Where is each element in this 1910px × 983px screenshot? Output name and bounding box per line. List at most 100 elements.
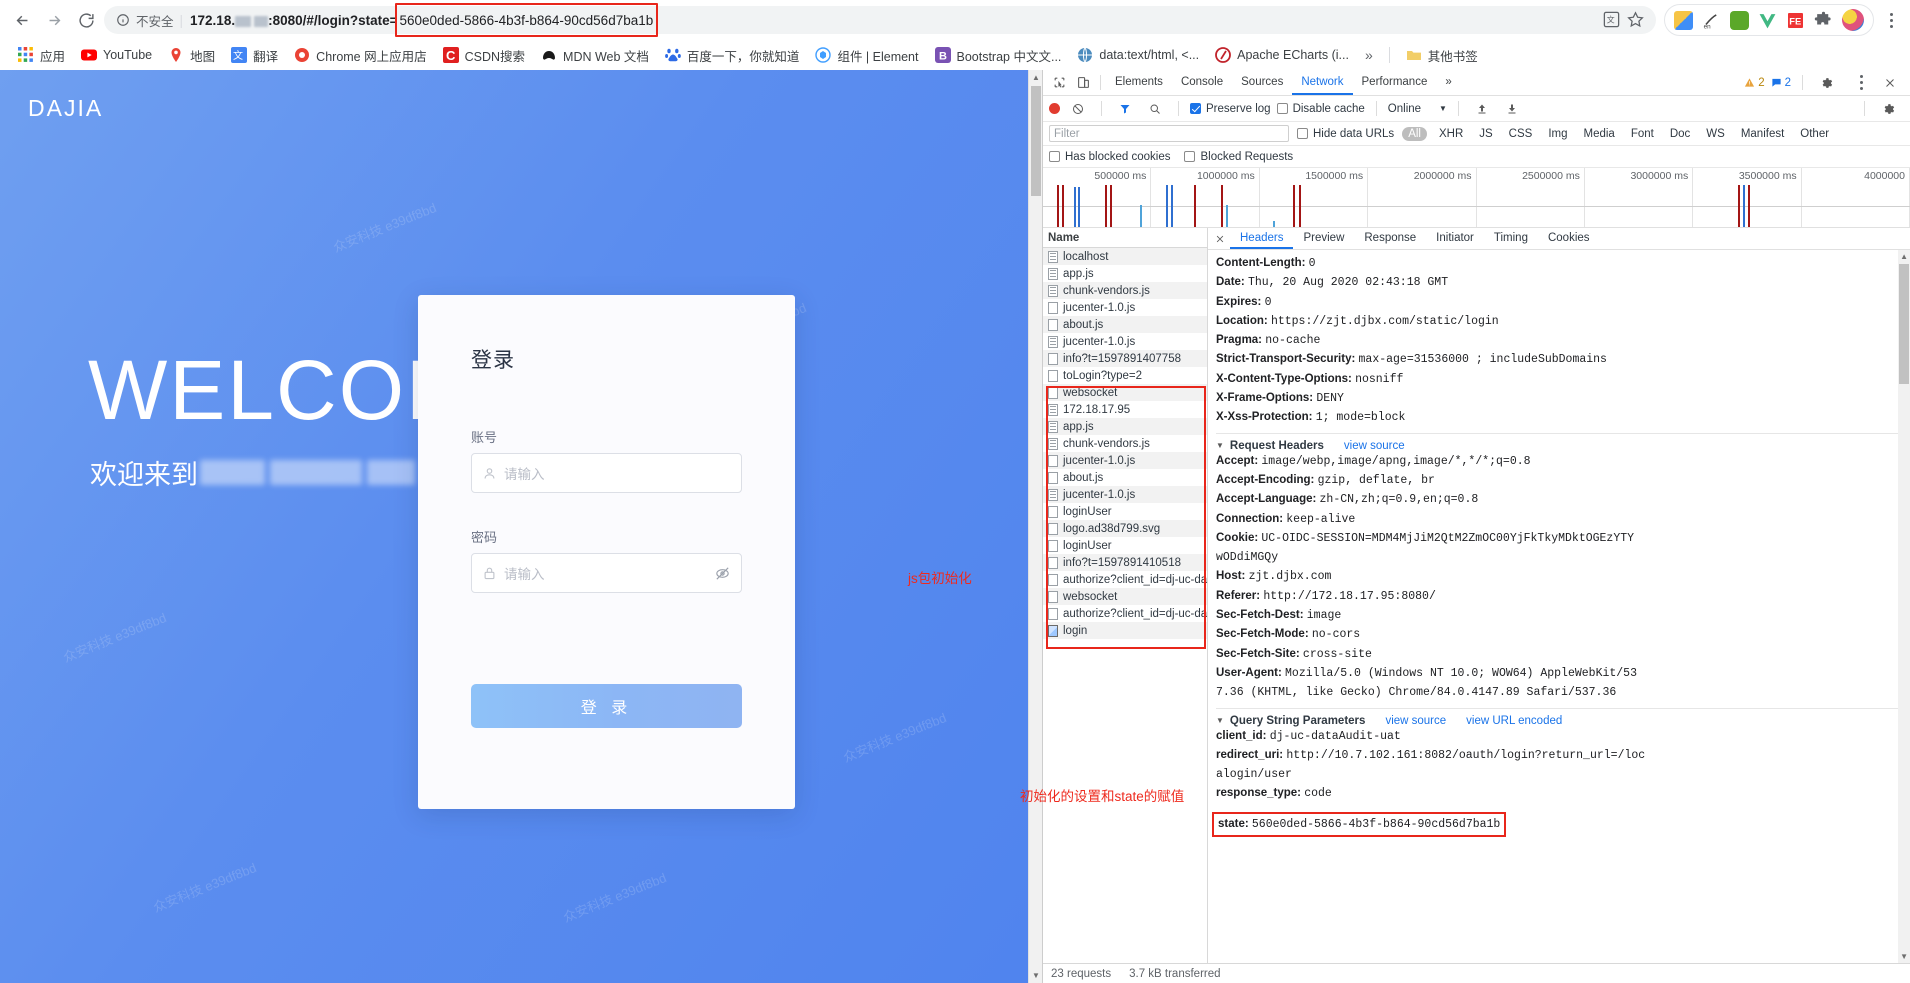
type-filter-img[interactable]: Img: [1544, 127, 1571, 141]
request-headers-section[interactable]: ▼ Request Headers view source: [1216, 440, 1910, 452]
tab-more-button[interactable]: »: [1436, 70, 1460, 95]
view-url-encoded-link[interactable]: view URL encoded: [1466, 715, 1562, 727]
scroll-down-arrow[interactable]: ▼: [1029, 968, 1043, 983]
bookmark-datatexthtml[interactable]: data:text/html, <...: [1069, 44, 1207, 66]
table-row[interactable]: about.js: [1043, 469, 1207, 486]
warnings-badge[interactable]: 2: [1744, 77, 1764, 89]
extensions-puzzle-icon[interactable]: [1814, 11, 1833, 30]
close-devtools-icon[interactable]: [1878, 72, 1902, 94]
table-row[interactable]: logo.ad38d799.svg: [1043, 520, 1207, 537]
table-row[interactable]: websocket: [1043, 588, 1207, 605]
detail-tab-response[interactable]: Response: [1354, 228, 1426, 249]
table-row[interactable]: 172.18.17.95: [1043, 401, 1207, 418]
extension-icon-feedly[interactable]: FE: [1786, 11, 1805, 30]
table-row[interactable]: info?t=1597891407758: [1043, 350, 1207, 367]
address-bar[interactable]: 不安全 | 172.18.:8080/#/login?state= 560e0d…: [104, 6, 1656, 34]
type-filter-doc[interactable]: Doc: [1666, 127, 1694, 141]
type-filter-font[interactable]: Font: [1627, 127, 1658, 141]
tab-network[interactable]: Network: [1292, 70, 1352, 95]
inspect-element-icon[interactable]: [1047, 72, 1071, 94]
network-settings-gear-icon[interactable]: [1876, 98, 1900, 120]
scroll-down-arrow[interactable]: ▼: [1900, 952, 1908, 961]
bookmark-translate[interactable]: 文翻译: [223, 43, 286, 68]
bookmark-csdn[interactable]: CCSDN搜索: [435, 43, 533, 68]
page-scrollbar[interactable]: ▲ ▼: [1028, 70, 1042, 983]
back-button[interactable]: [8, 6, 36, 34]
disable-cache-checkbox[interactable]: Disable cache: [1277, 103, 1365, 115]
type-filter-ws[interactable]: WS: [1702, 127, 1729, 141]
chrome-menu-button[interactable]: [1880, 13, 1902, 28]
translate-icon[interactable]: 文: [1602, 10, 1622, 30]
bookmark-echarts[interactable]: Apache ECharts (i...: [1207, 44, 1357, 66]
detail-tab-preview[interactable]: Preview: [1293, 228, 1354, 249]
view-source-link[interactable]: view source: [1385, 715, 1446, 727]
table-row[interactable]: jucenter-1.0.js: [1043, 486, 1207, 503]
table-row[interactable]: chunk-vendors.js: [1043, 282, 1207, 299]
scroll-up-arrow[interactable]: ▲: [1900, 252, 1908, 261]
extension-icon-1[interactable]: [1674, 11, 1693, 30]
bookmark-other-folder[interactable]: 其他书签: [1398, 43, 1486, 68]
type-filter-manifest[interactable]: Manifest: [1737, 127, 1788, 141]
table-row[interactable]: loginUser: [1043, 537, 1207, 554]
bookmark-maps[interactable]: 地图: [160, 43, 223, 68]
filter-input[interactable]: Filter: [1049, 125, 1289, 142]
preserve-log-checkbox[interactable]: Preserve log: [1190, 103, 1271, 115]
clear-network-log-icon[interactable]: [1066, 98, 1090, 120]
devtools-settings-gear-icon[interactable]: [1814, 72, 1838, 94]
table-row[interactable]: jucenter-1.0.js: [1043, 333, 1207, 350]
export-har-icon[interactable]: [1500, 98, 1524, 120]
bookmark-baidu[interactable]: 百度一下，你就知道: [657, 43, 808, 68]
tab-sources[interactable]: Sources: [1232, 70, 1292, 95]
type-filter-all[interactable]: All: [1402, 127, 1427, 141]
table-row[interactable]: toLogin?type=2: [1043, 367, 1207, 384]
login-submit-button[interactable]: 登 录: [471, 684, 742, 728]
tab-performance[interactable]: Performance: [1353, 70, 1437, 95]
query-params-section[interactable]: ▼ Query String Parameters view source vi…: [1216, 715, 1910, 727]
bookmark-element[interactable]: 组件 | Element: [807, 43, 926, 68]
type-filter-js[interactable]: JS: [1475, 127, 1496, 141]
view-source-link[interactable]: view source: [1344, 440, 1405, 452]
messages-badge[interactable]: 2: [1771, 77, 1791, 89]
table-row[interactable]: chunk-vendors.js: [1043, 435, 1207, 452]
table-row[interactable]: websocket: [1043, 384, 1207, 401]
detail-tab-initiator[interactable]: Initiator: [1426, 228, 1484, 249]
bookmark-apps[interactable]: 应用: [10, 43, 73, 68]
bookmark-mdn[interactable]: MDN Web 文档: [533, 43, 657, 68]
scrollbar-thumb[interactable]: [1031, 86, 1041, 196]
extension-icon-evernote[interactable]: [1730, 11, 1749, 30]
detail-tab-cookies[interactable]: Cookies: [1538, 228, 1600, 249]
table-row[interactable]: jucenter-1.0.js: [1043, 299, 1207, 316]
forward-button[interactable]: [40, 6, 68, 34]
detail-scrollbar[interactable]: ▲ ▼: [1898, 250, 1910, 963]
type-filter-xhr[interactable]: XHR: [1435, 127, 1467, 141]
extension-icon-vue[interactable]: [1758, 11, 1777, 30]
scroll-up-arrow[interactable]: ▲: [1029, 70, 1043, 85]
bookmark-star-icon[interactable]: [1626, 10, 1646, 30]
bookmarks-overflow-button[interactable]: »: [1357, 47, 1381, 63]
record-button[interactable]: [1049, 103, 1060, 114]
eye-off-icon[interactable]: [714, 565, 731, 582]
table-row[interactable]: jucenter-1.0.js: [1043, 452, 1207, 469]
import-har-icon[interactable]: [1470, 98, 1494, 120]
type-filter-media[interactable]: Media: [1580, 127, 1619, 141]
has-blocked-cookies-checkbox[interactable]: Has blocked cookies: [1049, 151, 1170, 163]
password-input[interactable]: 请输入: [471, 553, 742, 593]
profile-avatar[interactable]: [1842, 9, 1864, 31]
bookmark-bootstrap[interactable]: BBootstrap 中文文...: [927, 43, 1070, 68]
search-icon[interactable]: [1143, 98, 1167, 120]
blocked-requests-checkbox[interactable]: Blocked Requests: [1184, 151, 1293, 163]
devtools-menu-button[interactable]: [1850, 75, 1872, 90]
table-row[interactable]: info?t=1597891410518: [1043, 554, 1207, 571]
network-overview-timeline[interactable]: 500000 ms 1000000 ms 1500000 ms 2000000 …: [1043, 168, 1910, 228]
scrollbar-thumb[interactable]: [1899, 264, 1909, 384]
detail-tab-headers[interactable]: Headers: [1230, 228, 1293, 249]
type-filter-css[interactable]: CSS: [1505, 127, 1537, 141]
tab-console[interactable]: Console: [1172, 70, 1232, 95]
table-row[interactable]: about.js: [1043, 316, 1207, 333]
close-detail-icon[interactable]: [1210, 234, 1230, 244]
table-row[interactable]: authorize?client_id=dj-uc-dat…: [1043, 605, 1207, 622]
account-input[interactable]: 请输入: [471, 453, 742, 493]
type-filter-other[interactable]: Other: [1796, 127, 1833, 141]
bookmark-webstore[interactable]: Chrome 网上应用店: [286, 43, 434, 68]
throttling-select[interactable]: Online▼: [1388, 103, 1447, 115]
